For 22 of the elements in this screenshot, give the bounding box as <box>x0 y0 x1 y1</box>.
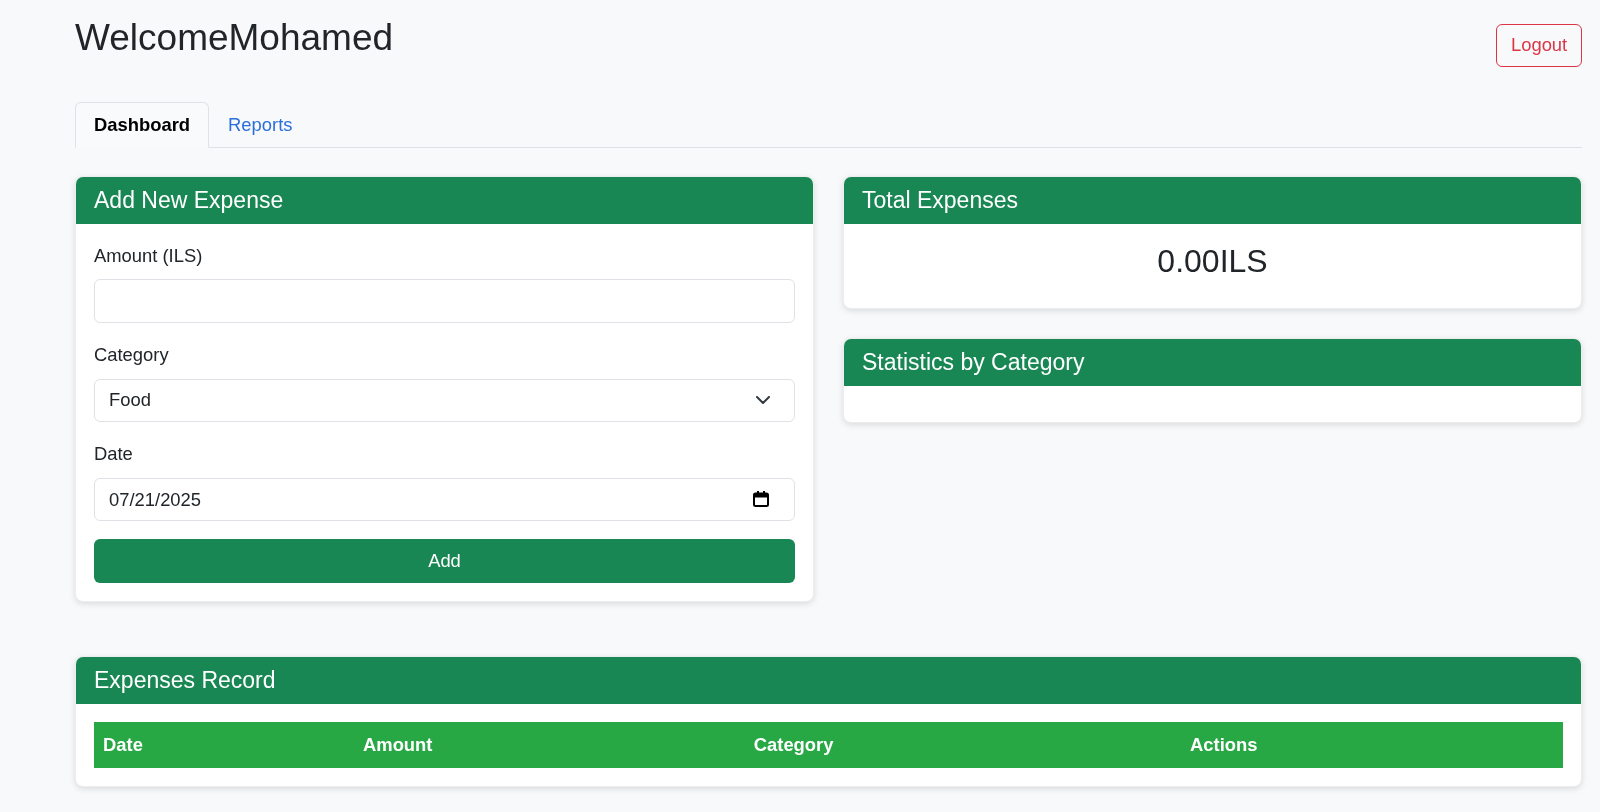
tab[interactable]: Dashboard <box>75 101 210 148</box>
field-label: Category <box>94 342 170 367</box>
chevron-down-icon <box>756 396 770 405</box>
calendar-icon <box>753 491 769 508</box>
column-header: Category <box>744 721 1182 768</box>
input-field[interactable] <box>94 279 795 323</box>
welcome-heading: WelcomeMohamed <box>75 16 394 60</box>
date-field[interactable]: 07/21/2025 <box>94 477 795 522</box>
card-header: Add New Expense <box>76 176 813 224</box>
logout-button[interactable]: Logout <box>1496 23 1582 67</box>
card-header: Statistics by Category <box>844 338 1581 386</box>
total-amount: 0.00ILS <box>1156 242 1269 281</box>
column-header: Actions <box>1181 721 1563 768</box>
add-button[interactable]: Add <box>94 539 795 583</box>
card-header: Total Expenses <box>844 176 1581 224</box>
field-label: Amount (ILS) <box>94 243 204 268</box>
dropdown-select[interactable]: Food <box>94 378 795 423</box>
field-label: Date <box>94 442 134 467</box>
column-header: Date <box>94 721 354 768</box>
column-header: Amount <box>354 721 745 768</box>
card-header: Expenses Record <box>76 656 1581 704</box>
tab[interactable]: Reports <box>209 101 312 148</box>
